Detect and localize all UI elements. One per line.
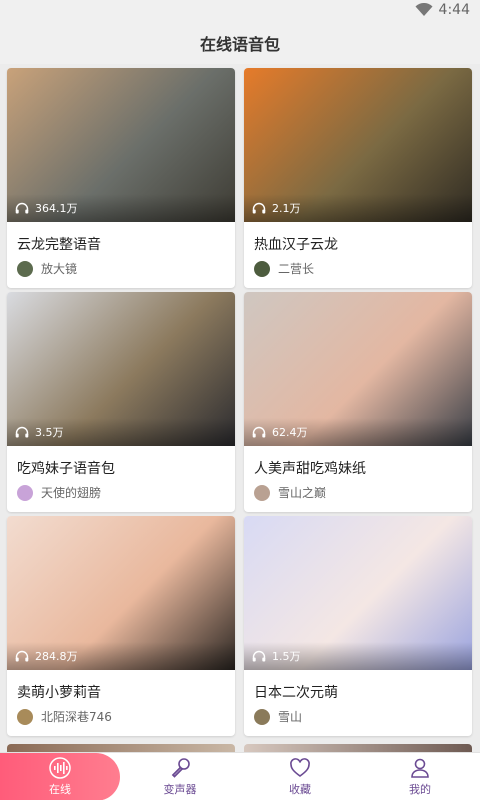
- app-header: 在线语音包: [0, 22, 480, 64]
- tab-label: 收藏: [289, 783, 311, 796]
- play-count: 1.5万: [252, 648, 301, 664]
- play-count-text: 3.5万: [35, 426, 64, 439]
- avatar: [17, 708, 33, 725]
- author-name: 雪山: [278, 710, 303, 724]
- voice-pack-title: 日本二次元萌: [254, 685, 338, 701]
- voice-pack-thumbnail: 2.1万: [244, 68, 472, 222]
- author-name: 北陌深巷746: [41, 710, 112, 724]
- voice-pack-card[interactable]: 62.4万 人美声甜吃鸡妹纸 雪山之巅: [244, 292, 472, 512]
- partial-card[interactable]: [7, 744, 235, 752]
- voice-pack-title: 卖萌小萝莉音: [17, 685, 101, 701]
- avatar: [254, 260, 270, 277]
- tab-favorites[interactable]: 收藏: [240, 753, 360, 800]
- play-count: 284.8万: [15, 648, 78, 664]
- tab-label: 我的: [409, 783, 431, 796]
- author-name: 天使的翅膀: [41, 486, 102, 500]
- microphone-icon: [171, 758, 190, 778]
- headphone-icon: [15, 202, 29, 214]
- voice-pack-card[interactable]: 284.8万 卖萌小萝莉音 北陌深巷746: [7, 516, 235, 736]
- tab-online[interactable]: 在线: [0, 753, 120, 800]
- author-row: 雪山: [254, 708, 302, 725]
- author-row: 天使的翅膀: [17, 484, 101, 501]
- author-name: 雪山之巅: [278, 486, 327, 500]
- author-row: 雪山之巅: [254, 484, 326, 501]
- play-count-text: 1.5万: [272, 650, 301, 663]
- play-count-text: 364.1万: [35, 202, 78, 215]
- status-time: 4:44: [438, 2, 470, 18]
- play-count: 3.5万: [15, 424, 64, 440]
- voice-pack-thumbnail: 1.5万: [244, 516, 472, 670]
- voice-pack-card[interactable]: 364.1万 云龙完整语音 放大镜: [7, 68, 235, 288]
- headphone-icon: [15, 426, 29, 438]
- voice-pack-thumbnail: 62.4万: [244, 292, 472, 446]
- play-count-text: 62.4万: [272, 426, 308, 439]
- play-count-text: 2.1万: [272, 202, 301, 215]
- avatar: [17, 260, 33, 277]
- author-row: 二营长: [254, 260, 314, 277]
- partial-card[interactable]: [244, 744, 472, 752]
- headphone-icon: [15, 650, 29, 662]
- voice-pack-title: 吃鸡妹子语音包: [17, 461, 115, 477]
- voice-pack-title: 人美声甜吃鸡妹纸: [254, 461, 366, 477]
- tab-label: 变声器: [163, 783, 197, 796]
- voice-pack-card[interactable]: 3.5万 吃鸡妹子语音包 天使的翅膀: [7, 292, 235, 512]
- wifi-icon: [415, 3, 433, 17]
- tab-label: 在线: [49, 783, 71, 796]
- tab-voice-changer[interactable]: 变声器: [120, 753, 240, 800]
- voice-pack-thumbnail: 284.8万: [7, 516, 235, 670]
- headphone-icon: [252, 650, 266, 662]
- bottom-tab-bar: 在线 变声器 收藏 我的: [0, 752, 480, 800]
- voice-pack-thumbnail: 3.5万: [7, 292, 235, 446]
- avatar: [254, 484, 270, 501]
- heart-icon: [290, 758, 310, 777]
- status-bar: 4:44: [0, 0, 480, 22]
- avatar: [254, 708, 270, 725]
- play-count-text: 284.8万: [35, 650, 78, 663]
- page-title: 在线语音包: [199, 35, 280, 54]
- voice-pack-card[interactable]: 1.5万 日本二次元萌 雪山: [244, 516, 472, 736]
- author-name: 放大镜: [41, 262, 78, 276]
- soundwave-icon: [49, 757, 71, 779]
- voice-pack-thumbnail: 364.1万: [7, 68, 235, 222]
- voice-pack-card[interactable]: 2.1万 热血汉子云龙 二营长: [244, 68, 472, 288]
- author-name: 二营长: [278, 262, 315, 276]
- headphone-icon: [252, 426, 266, 438]
- play-count: 62.4万: [252, 424, 308, 440]
- tab-profile[interactable]: 我的: [360, 753, 480, 800]
- user-icon: [411, 758, 429, 778]
- play-count: 364.1万: [15, 200, 78, 216]
- headphone-icon: [252, 202, 266, 214]
- author-row: 放大镜: [17, 260, 77, 277]
- voice-pack-grid: 364.1万 云龙完整语音 放大镜 2.1万 热血汉子云龙 二营长 3.5万 吃…: [0, 64, 480, 752]
- play-count: 2.1万: [252, 200, 301, 216]
- voice-pack-title: 热血汉子云龙: [254, 237, 338, 253]
- author-row: 北陌深巷746: [17, 708, 112, 725]
- voice-pack-title: 云龙完整语音: [17, 237, 101, 253]
- avatar: [17, 484, 33, 501]
